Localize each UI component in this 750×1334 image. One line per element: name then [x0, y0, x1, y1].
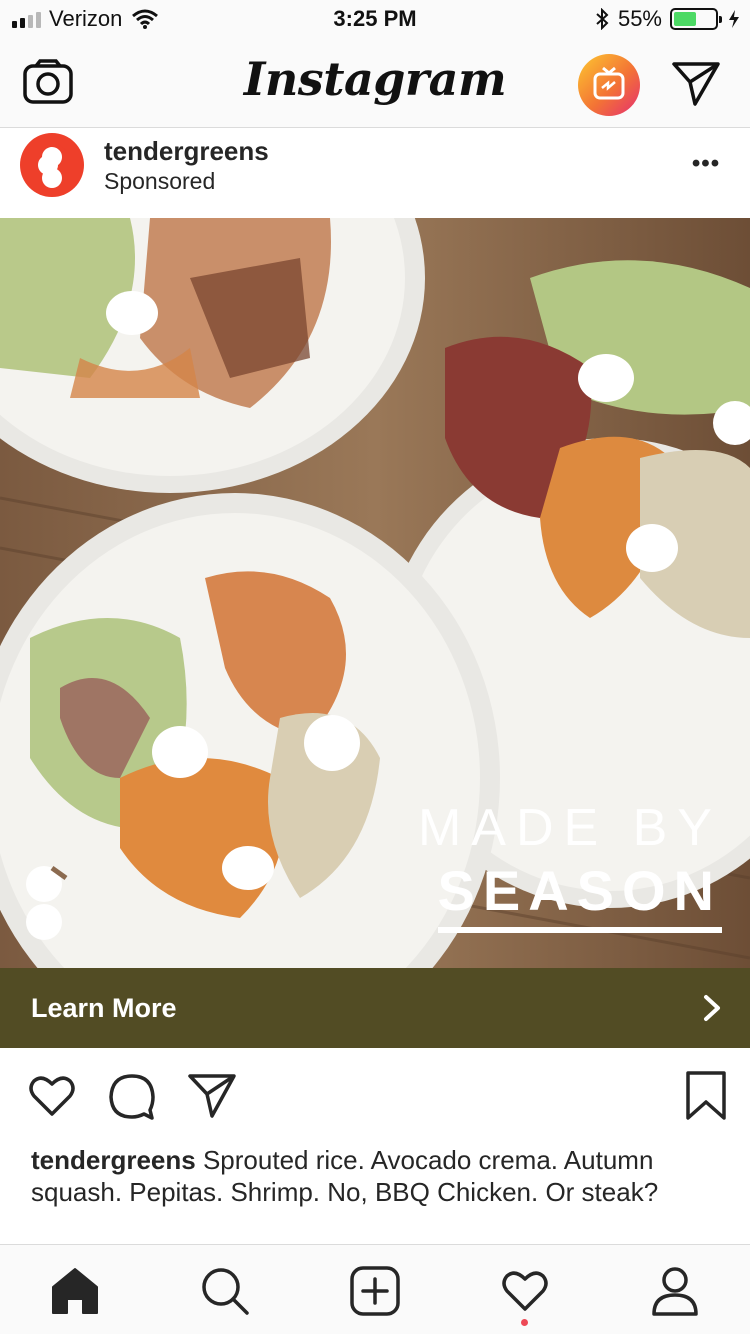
more-options-button[interactable]: ••• [686, 150, 726, 180]
tendergreens-logo-mark [26, 865, 68, 940]
igtv-icon[interactable] [578, 54, 640, 116]
activity-notification-dot [521, 1319, 528, 1326]
battery-icon [670, 8, 722, 30]
post-actions [0, 1048, 750, 1144]
image-overlay-text: MADE BY SEASON [418, 798, 722, 933]
learn-more-label: Learn More [31, 992, 177, 1023]
overlay-line2: SEASON [437, 858, 722, 933]
heart-icon[interactable] [26, 1070, 78, 1122]
post-caption: tendergreens Sprouted rice. Avocado crem… [0, 1144, 750, 1244]
caption-username[interactable]: tendergreens [31, 1145, 196, 1175]
post-username[interactable]: tendergreens [104, 136, 269, 167]
new-post-icon[interactable] [349, 1265, 401, 1317]
overlay-line1: MADE BY [417, 799, 722, 857]
post-image[interactable]: MADE BY SEASON [0, 218, 750, 968]
profile-icon[interactable] [649, 1265, 701, 1317]
avatar[interactable] [20, 133, 84, 197]
top-nav: Instagram [0, 40, 750, 128]
learn-more-button[interactable]: Learn More [0, 968, 750, 1048]
direct-message-icon[interactable] [668, 58, 724, 108]
battery-percent: 55% [617, 6, 662, 31]
battery-fill [674, 12, 696, 26]
charging-icon [729, 10, 739, 28]
home-icon[interactable] [49, 1265, 101, 1317]
chevron-right-icon [704, 995, 720, 1021]
share-icon[interactable] [186, 1070, 238, 1122]
activity-icon[interactable] [499, 1265, 551, 1317]
bookmark-icon[interactable] [680, 1070, 732, 1122]
bluetooth-icon [596, 8, 609, 30]
status-right: 55% [594, 6, 740, 32]
sponsored-label: Sponsored [104, 168, 216, 194]
search-icon[interactable] [199, 1265, 251, 1317]
status-bar: Verizon 3:25 PM 55% [0, 0, 750, 40]
post-header: tendergreens Sponsored ••• [0, 128, 750, 218]
bottom-tab-bar [0, 1244, 750, 1334]
comment-icon[interactable] [106, 1070, 158, 1122]
